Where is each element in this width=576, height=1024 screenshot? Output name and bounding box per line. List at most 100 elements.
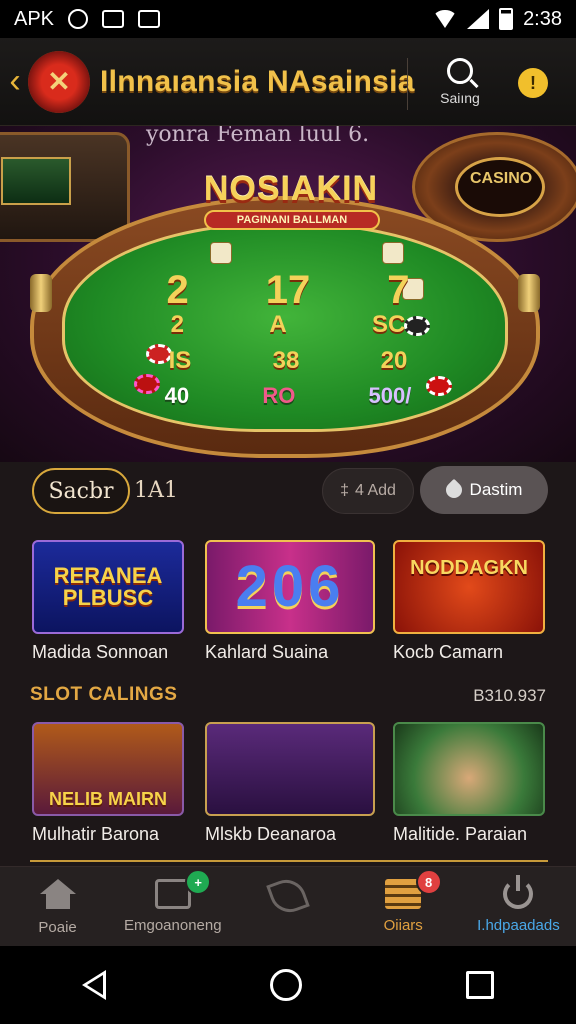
destin-label: Dastim [469,480,523,499]
bet-cell[interactable]: 38 [273,347,300,375]
game-title: Kocb Camarn [393,642,504,662]
bet-cell[interactable]: A [269,311,286,339]
game-title: Madida Sonnoan [32,642,169,662]
destin-button[interactable]: Dastim [420,466,548,514]
table-subtitle: PAGINANI BALLMAN [204,210,380,230]
bet-cell[interactable]: RO [262,383,295,409]
wifi-icon [433,10,458,28]
game-title: Kahlard Suaina [205,642,329,662]
game-thumbnail[interactable]: 206 [205,540,375,634]
back-nav-icon[interactable] [82,970,106,1000]
system-nav-bar [0,946,576,1024]
game-card[interactable]: Mlskb Deanaroa [205,722,375,845]
nav-label: I.hdpaadads [477,917,560,934]
filter-chip-search[interactable]: Sacbr [32,468,130,514]
table-title: NOSIAKIN [203,170,379,208]
game-card[interactable]: NODDAGKN Kocb Camarn [393,540,545,663]
bet-cell[interactable]: 17 [266,268,311,313]
game-thumb-text [207,724,373,814]
game-thumbnail[interactable]: NODDAGKN [393,540,545,634]
slot-screen [1,157,71,205]
nav-item-updates[interactable]: I.hdpaadads [461,867,576,946]
battery-icon [499,8,514,30]
bet-row: 2 A SC [128,311,448,339]
game-thumb-text: 206 [235,554,345,619]
bet-cell[interactable]: 7 [387,268,409,313]
leaf-icon [266,874,310,918]
game-thumbnail[interactable]: NELIB MAIRN [32,722,184,816]
home-nav-icon[interactable] [270,969,302,1001]
nav-item-center[interactable] [230,867,345,946]
nav-item-entertainment[interactable]: + Emgoanoneng [115,867,230,946]
plus-icon: ‡ [340,482,349,499]
section-title: SLOT CALINGS [30,684,178,705]
signal-icon [467,9,490,29]
bet-cell[interactable]: 20 [381,347,408,375]
nav-item-offers[interactable]: 8 Oiiars [346,867,461,946]
status-bar: APK 2:38 [0,0,576,38]
table-post-left [30,274,52,312]
mail-icon [138,10,161,28]
game-title: Mulhatir Barona [32,824,160,844]
section-divider [30,860,548,862]
bet-cell[interactable]: 40 [165,383,189,409]
pin-icon [442,478,465,502]
bet-cell[interactable]: 500/ [369,383,412,409]
notification-icon [102,10,125,28]
home-icon [39,879,76,911]
filter-row: Sacbr 1A1 ‡ 4 Add Dastim [0,462,576,526]
game-title: Mlskb Deanaroa [205,824,337,844]
back-icon[interactable]: ‹ [2,52,28,112]
table-post-right [518,274,540,312]
sync-icon [68,9,89,29]
app-title: Ilnnaıansia NAsainsia [100,64,415,98]
game-thumb-text: NELIB MAIRN [49,789,167,809]
bet-cell[interactable]: IS [169,347,192,375]
bottom-nav: Poaie + Emgoanoneng 8 Oiiars I.hdpaadads [0,866,576,946]
app-header: ‹ ✕ Ilnnaıansia NAsainsia Saiıng ! [0,38,576,126]
nav-label: Poaie [38,919,77,936]
game-thumb-text: RERANEA PLBUSC [53,563,163,610]
power-icon [503,875,534,909]
dice-icon [210,242,232,264]
status-time: 2:38 [523,7,562,30]
game-thumbnail[interactable]: RERANEA PLBUSC [32,540,184,634]
game-thumb-text: NODDAGKN [410,557,528,579]
add-label: 4 Add [354,482,396,499]
bet-cell[interactable]: 2 [167,268,189,313]
game-card[interactable]: RERANEA PLBUSC Madida Sonnoan [32,540,184,663]
header-divider [407,58,408,110]
game-card[interactable]: 206 Kahlard Suaina [205,540,375,663]
hero-caption: yonra Feman luul 6. [146,126,370,147]
search-icon [447,58,473,84]
search-button[interactable]: Saiıng [430,52,490,116]
games-content: RERANEA PLBUSC Madida Sonnoan 206 Kahlar… [0,526,576,866]
status-app-label: APK [14,7,55,30]
section-count: B310.937 [473,686,546,705]
game-title: Malitide. Paraian [393,824,528,844]
game-thumbnail[interactable] [393,722,545,816]
game-thumb-text [395,724,543,814]
hero-banner[interactable]: yonra Feman luul 6. CASINO NOSIAKIN PAGI… [0,126,576,462]
nav-item-home[interactable]: Poaie [0,867,115,946]
notification-badge: + [185,869,212,895]
recents-nav-icon[interactable] [466,971,494,999]
app-logo: ✕ [28,50,90,113]
bet-cell[interactable]: SC [372,311,405,339]
bet-grid: 2 17 7 2 A SC IS 38 20 40 RO 500/ [128,268,448,417]
bet-cell[interactable]: 2 [171,311,184,339]
coin-button[interactable]: ! [518,68,548,98]
bet-row: IS 38 20 [128,347,448,375]
filter-extra-label: 1A1 [134,478,178,503]
add-button[interactable]: ‡ 4 Add [322,468,414,514]
nav-label: Oiiars [383,917,423,934]
roulette-label: CASINO [470,170,533,187]
game-card[interactable]: Malitide. Paraian [393,722,545,845]
nav-label: Emgoanoneng [124,917,222,934]
game-card[interactable]: NELIB MAIRN Mulhatir Barona [32,722,184,845]
search-label: Saiıng [440,90,480,106]
game-thumbnail[interactable] [205,722,375,816]
bet-row: 40 RO 500/ [128,383,448,409]
bet-row: 2 17 7 [128,268,448,313]
dice-icon [382,242,404,264]
